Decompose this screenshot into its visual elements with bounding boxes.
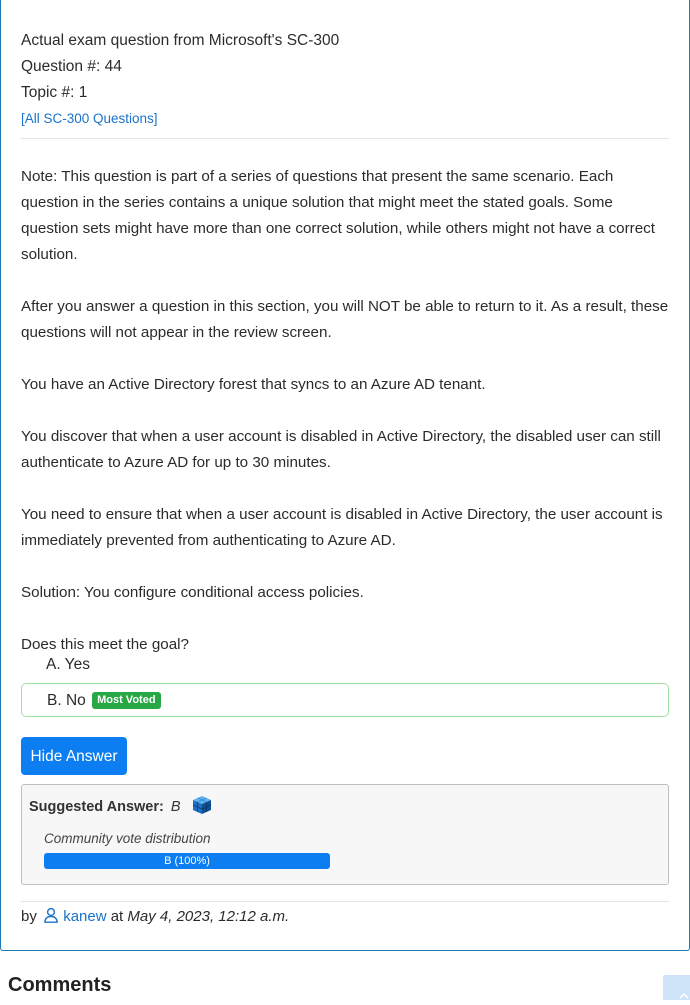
comments-heading: Comments (8, 974, 112, 996)
most-voted-badge: Most Voted (92, 692, 161, 709)
post-date: May 4, 2023, 12:12 a.m. (127, 908, 290, 925)
user-icon (43, 907, 59, 923)
all-questions-link[interactable]: [All SC-300 Questions] (21, 111, 158, 126)
choice-a[interactable]: A. Yes (21, 648, 669, 682)
choice-b-label: B. No (47, 692, 86, 709)
choice-a-label: A. Yes (46, 656, 90, 673)
byline-divider (21, 901, 669, 902)
suggested-answer-value: B (170, 799, 181, 815)
answer-cube-icon[interactable] (191, 795, 213, 815)
scroll-to-top-button[interactable] (663, 975, 690, 1000)
exam-title: Actual exam question from Microsoft's SC… (21, 32, 340, 49)
hide-answer-button[interactable]: Hide Answer (21, 737, 127, 775)
byline: by kanew at May 4, 2023, 12:12 a.m. (21, 907, 289, 925)
question-header: Actual exam question from Microsoft's SC… (21, 28, 339, 132)
question-paragraph: You have an Active Directory forest that… (21, 376, 486, 393)
vote-distribution-label: Community vote distribution (44, 831, 211, 846)
question-number: Question #: 44 (21, 58, 122, 75)
chevron-up-icon (679, 992, 689, 999)
question-paragraph: After you answer a question in this sect… (21, 298, 669, 341)
topic-number: Topic #: 1 (21, 84, 88, 101)
vote-distribution-bar: B (100%) (44, 853, 330, 869)
choice-b[interactable]: B. No Most Voted (21, 683, 669, 717)
question-paragraph: You discover that when a user account is… (21, 428, 661, 471)
question-paragraph: Note: This question is part of a series … (21, 168, 655, 263)
question-paragraph: You need to ensure that when a user acco… (21, 506, 663, 549)
suggested-answer-box: Suggested Answer: B Community vote distr… (21, 784, 669, 885)
header-divider (21, 138, 669, 139)
suggested-answer-label: Suggested Answer: (29, 799, 164, 815)
vote-bar-fill-b: B (100%) (44, 853, 330, 869)
question-body: Note: This question is part of a series … (21, 164, 671, 684)
byline-at: at (110, 908, 124, 925)
byline-by: by (21, 908, 37, 925)
suggested-answer-line: Suggested Answer: B (29, 795, 213, 815)
question-paragraph: Solution: You configure conditional acce… (21, 584, 364, 601)
username-link[interactable]: kanew (63, 908, 106, 925)
